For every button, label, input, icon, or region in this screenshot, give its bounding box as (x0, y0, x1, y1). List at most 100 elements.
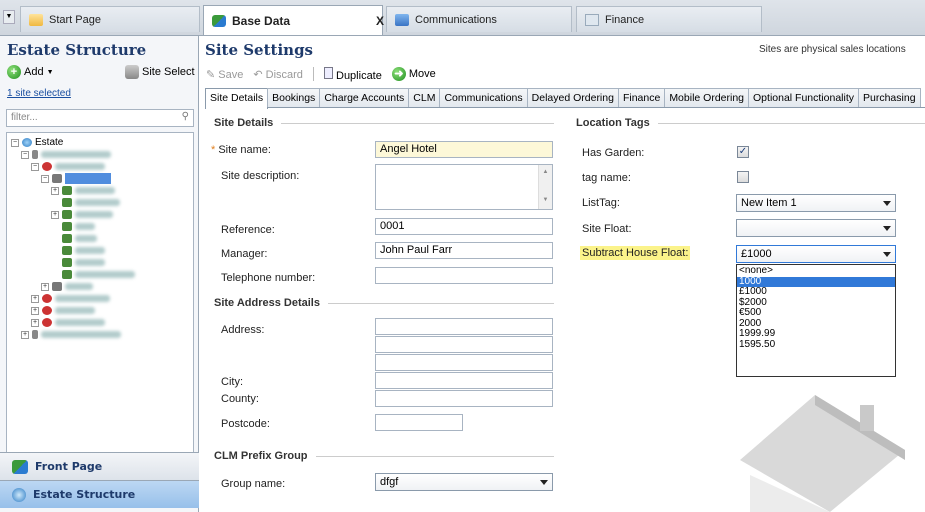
tree-node[interactable]: + (51, 185, 115, 196)
city-input[interactable] (375, 372, 553, 389)
site-name-input[interactable]: Angel Hotel (375, 141, 553, 158)
tab-start-page[interactable]: Start Page (20, 6, 200, 32)
reference-input[interactable]: 0001 (375, 218, 553, 235)
tab-communications[interactable]: Communications (439, 88, 528, 107)
dropdown-option[interactable]: 1595.50 (737, 339, 895, 351)
tree-node[interactable]: − (21, 149, 111, 160)
tree-label: Estate (35, 137, 64, 148)
tab-bookings[interactable]: Bookings (267, 88, 321, 107)
collapse-icon[interactable]: − (11, 138, 19, 147)
save-icon: ✎ (206, 68, 216, 81)
duplicate-button[interactable]: Duplicate (323, 66, 382, 82)
folder-icon (29, 13, 43, 26)
settings-tabs: Site Details Bookings Charge Accounts CL… (205, 88, 925, 109)
tree-node[interactable]: + (31, 305, 95, 316)
tab-delayed-ordering[interactable]: Delayed Ordering (526, 88, 619, 107)
save-label: Save (218, 68, 244, 81)
site-float-select[interactable] (736, 219, 896, 237)
tag-name-label: tag name: (582, 172, 631, 184)
chevron-down-icon (883, 201, 891, 206)
close-icon[interactable]: X (376, 14, 384, 28)
document-tab-strip: ▼ Start Page Base Data X Communications … (0, 0, 925, 36)
list-tag-label: ListTag: (582, 197, 620, 209)
nav-front-page[interactable]: Front Page (0, 452, 199, 480)
tab-finance[interactable]: Finance (617, 88, 666, 107)
tab-label: Communications (415, 13, 497, 26)
dropdown-option[interactable]: £1000 (737, 286, 895, 298)
tree-root-estate[interactable]: − Estate (11, 137, 63, 148)
scrollbar[interactable]: ▲ ▼ (538, 165, 552, 209)
tree-node[interactable] (62, 245, 105, 256)
expand-icon[interactable]: + (31, 294, 39, 303)
postcode-input[interactable] (375, 414, 463, 431)
tab-menu-dropdown[interactable]: ▼ (3, 10, 15, 24)
tab-mobile-ordering[interactable]: Mobile Ordering (664, 88, 750, 107)
expand-icon[interactable]: + (41, 282, 49, 291)
tree-node[interactable] (62, 197, 120, 208)
tab-communications[interactable]: Communications (386, 6, 572, 32)
tab-clm[interactable]: CLM (408, 88, 441, 107)
tab-purchasing[interactable]: Purchasing (858, 88, 921, 107)
estate-tree[interactable]: − Estate − − − + + + + + + + (6, 132, 194, 468)
dropdown-option[interactable]: <none> (737, 265, 895, 277)
tree-node[interactable] (62, 233, 97, 244)
expand-icon[interactable]: + (51, 186, 59, 195)
site-description-input[interactable]: ▲ ▼ (375, 164, 553, 210)
group-icon (42, 162, 52, 171)
dropdown-option[interactable]: €500 (737, 307, 895, 319)
manager-input[interactable]: John Paul Farr (375, 242, 553, 259)
nav-estate-structure[interactable]: Estate Structure (0, 480, 199, 508)
address-line-2[interactable] (375, 336, 553, 353)
redacted-label (55, 307, 95, 314)
filter-input[interactable]: filter... ⚲ (6, 109, 194, 127)
tree-node[interactable] (62, 221, 95, 232)
save-button[interactable]: ✎ Save (206, 68, 243, 81)
collapse-icon[interactable]: − (31, 162, 39, 171)
redacted-label (55, 319, 105, 326)
telephone-input[interactable] (375, 267, 553, 284)
group-name-select[interactable]: dfgf (375, 473, 553, 491)
tab-site-details[interactable]: Site Details (205, 88, 269, 109)
collapse-icon[interactable]: − (41, 174, 49, 183)
postcode-label: Postcode: (221, 418, 270, 430)
subtract-house-float-select[interactable]: £1000 (736, 245, 896, 263)
county-input[interactable] (375, 390, 553, 407)
dropdown-option[interactable]: 1999.99 (737, 328, 895, 340)
discard-button[interactable]: ↶ Discard (253, 68, 303, 81)
tree-node[interactable]: + (51, 209, 113, 220)
collapse-icon[interactable]: − (21, 150, 29, 159)
sites-selected-link[interactable]: 1 site selected (7, 88, 71, 99)
expand-icon[interactable]: + (21, 330, 29, 339)
company-icon (32, 330, 38, 339)
tab-charge-accounts[interactable]: Charge Accounts (319, 88, 410, 107)
tree-node[interactable]: + (31, 317, 105, 328)
site-select-button[interactable]: Site Select (125, 65, 195, 79)
address-line-1[interactable] (375, 318, 553, 335)
tree-node[interactable]: + (31, 293, 110, 304)
telephone-label: Telephone number: (221, 272, 316, 284)
redacted-label (41, 151, 111, 158)
move-button[interactable]: ➜ Move (391, 67, 436, 81)
tree-node[interactable] (62, 269, 135, 280)
tree-node[interactable] (62, 257, 105, 268)
expand-icon[interactable]: + (31, 318, 39, 327)
expand-icon[interactable]: + (51, 210, 59, 219)
tag-name-checkbox[interactable] (737, 171, 749, 183)
duplicate-label: Duplicate (336, 69, 382, 82)
add-button[interactable]: + Add ▼ (7, 65, 54, 79)
has-garden-checkbox[interactable]: ✓ (737, 146, 749, 158)
subtract-house-float-dropdown[interactable]: <none> 1000 £1000 $2000 €500 2000 1999.99 1595.… (736, 264, 896, 377)
tab-base-data[interactable]: Base Data X (203, 5, 384, 35)
redacted-label (75, 259, 105, 266)
site-icon (52, 282, 62, 291)
tab-optional-functionality[interactable]: Optional Functionality (748, 88, 859, 107)
tree-node[interactable]: + (41, 281, 93, 292)
expand-icon[interactable]: + (31, 306, 39, 315)
list-tag-select[interactable]: New Item 1 (736, 194, 896, 212)
tab-finance[interactable]: Finance (576, 6, 762, 32)
tree-node[interactable]: + (21, 329, 121, 340)
address-line-3[interactable] (375, 354, 553, 371)
tree-node[interactable]: − (31, 161, 105, 172)
county-label: County: (221, 393, 259, 405)
tree-node-selected[interactable]: − (41, 173, 111, 184)
